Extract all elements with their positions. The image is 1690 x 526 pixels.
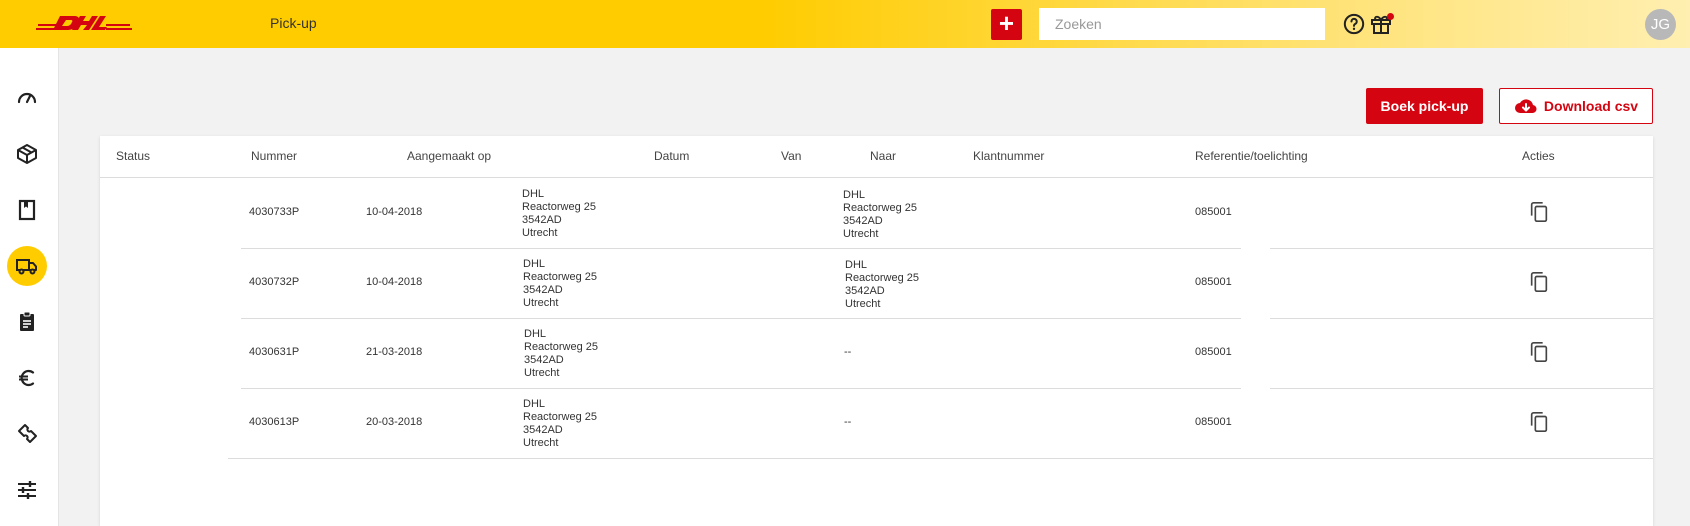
column-header-to[interactable]: Naar <box>870 149 896 163</box>
copy-icon[interactable] <box>1528 411 1550 433</box>
book-pickup-button[interactable]: Boek pick-up <box>1366 88 1483 124</box>
row-divider <box>241 318 1241 319</box>
clipboard-icon <box>20 311 34 331</box>
row-from-address: DHL Reactorweg 25 3542AD Utrecht <box>523 398 597 449</box>
row-divider <box>241 248 1241 249</box>
row-divider <box>1270 248 1653 249</box>
row-to-address: DHL Reactorweg 25 3542AD Utrecht <box>843 189 917 240</box>
page-title: Pick-up <box>270 15 317 31</box>
download-csv-label: Download csv <box>1543 98 1639 114</box>
row-reference: 085001 <box>1195 276 1232 288</box>
sidebar-item-address-book[interactable] <box>7 190 47 230</box>
package-icon <box>17 144 37 164</box>
copy-icon[interactable] <box>1528 201 1550 223</box>
row-number: 4030732P <box>249 276 300 288</box>
sidebar-item-dashboard[interactable] <box>7 78 47 118</box>
row-divider <box>241 388 1241 389</box>
column-header-date[interactable]: Datum <box>654 149 689 163</box>
search-input[interactable] <box>1039 8 1325 40</box>
bookmark-icon <box>18 199 36 221</box>
row-created: 20-03-2018 <box>366 416 423 428</box>
row-number: 4030733P <box>249 206 300 218</box>
notification-dot <box>1387 13 1394 20</box>
row-from-address: DHL Reactorweg 25 3542AD Utrecht <box>523 258 597 309</box>
pickup-table: Status Nummer Aangemaakt op Datum Van Na… <box>100 136 1653 526</box>
row-from-address: DHL Reactorweg 25 3542AD Utrecht <box>524 328 598 379</box>
row-to-address: DHL Reactorweg 25 3542AD Utrecht <box>845 259 919 310</box>
truck-icon <box>16 259 37 275</box>
row-reference: 085001 <box>1195 416 1232 428</box>
column-header-status[interactable]: Status <box>116 149 150 163</box>
download-csv-button[interactable]: Download csv <box>1499 88 1653 124</box>
euro-icon <box>19 369 35 387</box>
row-divider <box>1270 318 1653 319</box>
row-to-empty: -- <box>844 346 852 358</box>
sidebar-item-reports[interactable] <box>7 302 47 342</box>
copy-icon[interactable] <box>1528 341 1550 363</box>
column-header-created[interactable]: Aangemaakt op <box>407 149 491 163</box>
sidebar-item-pickup[interactable] <box>7 246 47 286</box>
row-number: 4030613P <box>249 416 300 428</box>
copy-icon[interactable] <box>1528 271 1550 293</box>
cloud-download-icon <box>1514 99 1537 114</box>
row-reference: 085001 <box>1195 206 1232 218</box>
avatar[interactable]: JG <box>1645 9 1676 40</box>
row-created: 10-04-2018 <box>366 206 423 218</box>
ticket-icon <box>18 424 37 443</box>
help-icon[interactable] <box>1343 13 1365 35</box>
column-header-number[interactable]: Nummer <box>251 149 297 163</box>
column-header-actions: Acties <box>1522 149 1555 163</box>
sidebar-item-vouchers[interactable] <box>7 414 47 454</box>
row-created: 10-04-2018 <box>366 276 423 288</box>
row-to-empty: -- <box>844 416 852 428</box>
row-created: 21-03-2018 <box>366 346 423 358</box>
row-divider <box>228 458 1653 459</box>
column-header-customer-number[interactable]: Klantnummer <box>973 149 1044 163</box>
add-button[interactable]: + <box>991 9 1022 40</box>
sidebar-item-invoices[interactable] <box>7 358 47 398</box>
top-bar: Pick-up + JG <box>0 0 1690 48</box>
column-header-from[interactable]: Van <box>781 149 801 163</box>
row-number: 4030631P <box>249 346 300 358</box>
sidebar-item-shipments[interactable] <box>7 134 47 174</box>
row-from-address: DHL Reactorweg 25 3542AD Utrecht <box>522 188 596 239</box>
column-header-reference[interactable]: Referentie/toelichting <box>1195 149 1308 163</box>
row-reference: 085001 <box>1195 346 1232 358</box>
row-divider <box>1270 388 1653 389</box>
speedometer-icon <box>17 92 37 104</box>
sidebar-item-settings[interactable] <box>7 470 47 510</box>
sidebar <box>0 48 59 526</box>
dhl-logo[interactable] <box>36 14 132 34</box>
header-divider <box>100 177 1653 178</box>
sliders-icon <box>18 481 36 499</box>
